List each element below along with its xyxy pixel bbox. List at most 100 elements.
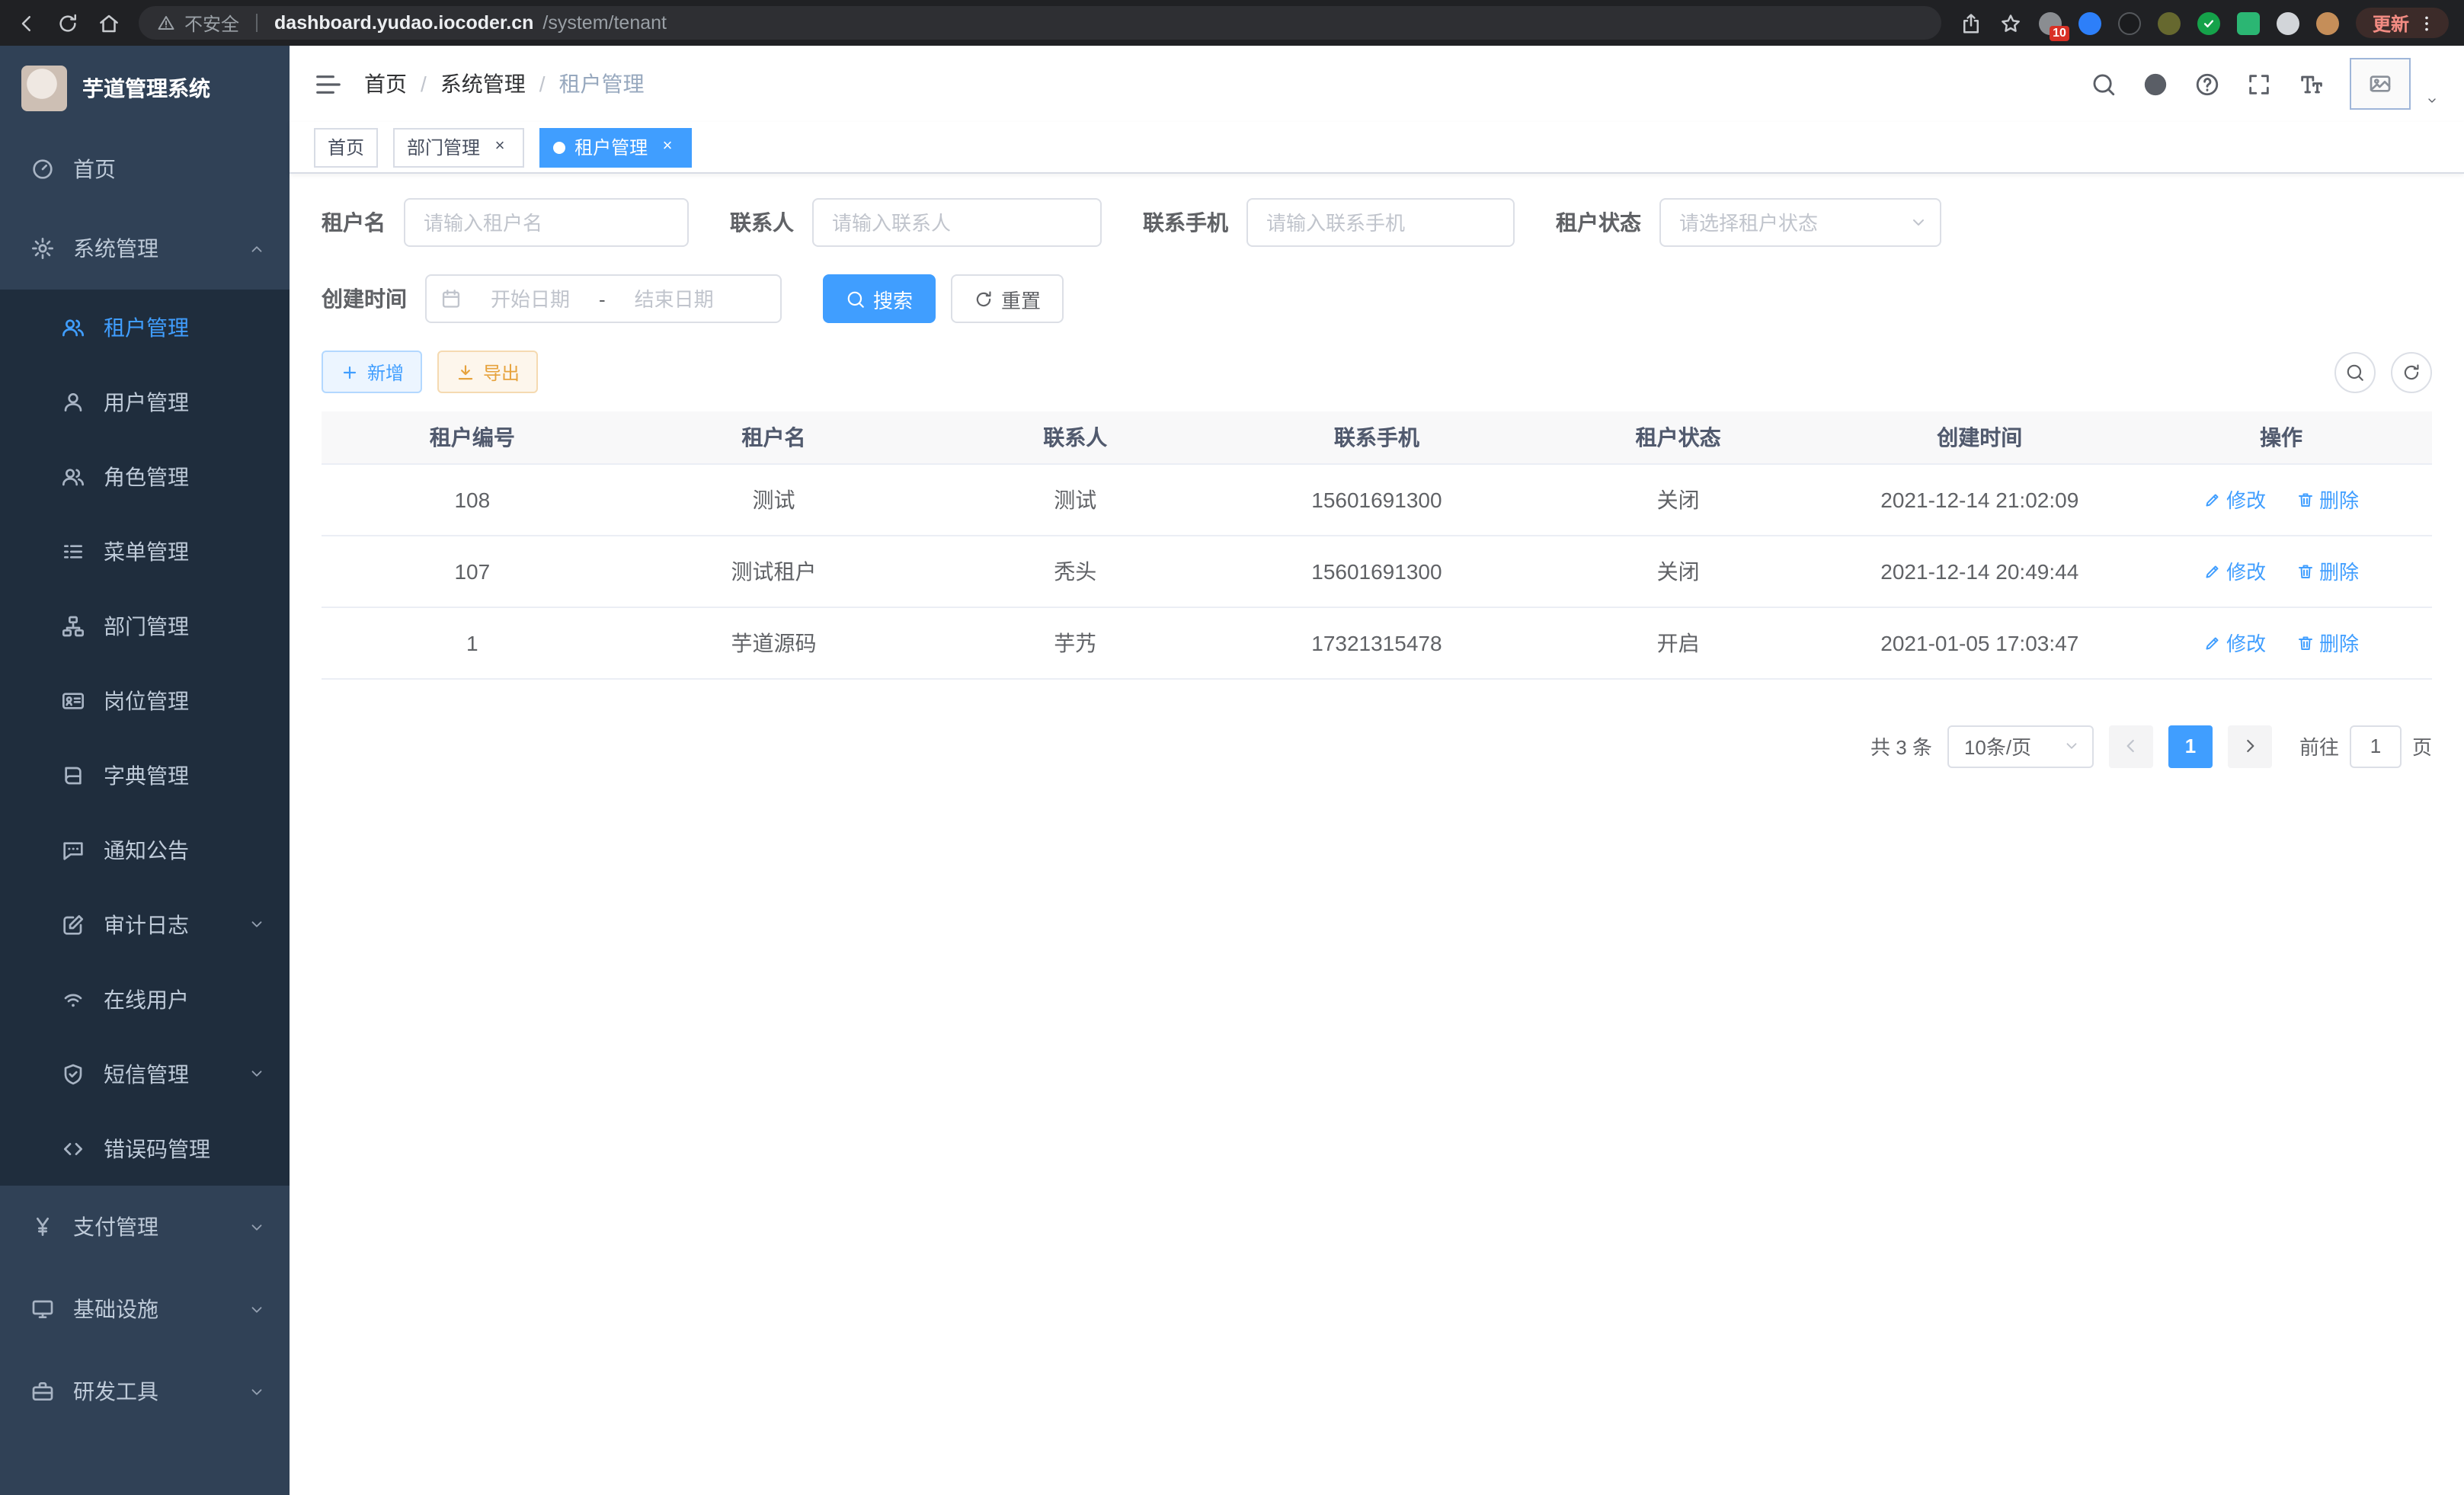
edit-link[interactable]: 修改 — [2203, 628, 2266, 657]
share-icon[interactable] — [1960, 11, 1982, 34]
mobile-input[interactable] — [1246, 198, 1515, 247]
breadcrumb-separator: / — [539, 72, 546, 96]
sidebar-item-pay[interactable]: 支付管理 — [0, 1186, 290, 1268]
breadcrumb-item[interactable]: 系统管理 — [440, 69, 526, 99]
date-range-picker[interactable]: - — [425, 274, 782, 323]
sidebar-item-post[interactable]: 岗位管理 — [0, 663, 290, 738]
toggle-search-button[interactable] — [2334, 351, 2376, 392]
browser-reload-icon[interactable] — [56, 11, 79, 34]
sidebar-item-home[interactable]: 首页 — [0, 131, 290, 207]
sidebar-item-online-user[interactable]: 在线用户 — [0, 962, 290, 1036]
tab-close-icon[interactable]: × — [489, 136, 510, 158]
field-label: 租户状态 — [1556, 207, 1641, 238]
contact-input[interactable] — [812, 198, 1102, 247]
browser-profile-avatar[interactable] — [2316, 11, 2339, 34]
delete-link[interactable]: 删除 — [2296, 485, 2359, 514]
sidebar-item-user[interactable]: 用户管理 — [0, 364, 290, 439]
avatar-caret-down-icon[interactable] — [2424, 94, 2440, 110]
bookmark-star-icon[interactable] — [1999, 11, 2022, 34]
tab-tenant[interactable]: 租户管理 × — [539, 127, 692, 167]
help-question-icon[interactable] — [2194, 71, 2220, 97]
page-size-select[interactable]: 10条/页 — [1947, 725, 2094, 767]
trash-icon — [2296, 633, 2315, 651]
browser-menu-icon[interactable] — [2417, 13, 2437, 33]
chevron-down-icon — [248, 1065, 265, 1082]
extension-check-icon[interactable] — [2197, 11, 2220, 34]
delete-label: 删除 — [2319, 556, 2359, 585]
reset-button[interactable]: 重置 — [951, 274, 1064, 323]
tab-home[interactable]: 首页 — [314, 127, 378, 167]
pagination: 共 3 条 10条/页 1 前往 页 — [322, 725, 2432, 767]
sidebar-item-audit-log[interactable]: 审计日志 — [0, 887, 290, 962]
column-header: 租户状态 — [1528, 411, 1829, 463]
sidebar-item-label: 研发工具 — [73, 1376, 158, 1407]
breadcrumb-item[interactable]: 首页 — [364, 69, 407, 99]
column-header: 创建时间 — [1829, 411, 2130, 463]
add-button[interactable]: 新增 — [322, 351, 422, 393]
chevron-up-icon — [248, 240, 265, 257]
next-page-button[interactable] — [2228, 725, 2272, 767]
main-area: 首页 / 系统管理 / 租户管理 — [290, 46, 2464, 1495]
tab-dept[interactable]: 部门管理 × — [393, 127, 524, 167]
start-date-input[interactable] — [468, 287, 593, 310]
sidebar-item-label: 租户管理 — [104, 312, 189, 342]
delete-link[interactable]: 删除 — [2296, 556, 2359, 585]
end-date-input[interactable] — [612, 287, 737, 310]
toolbox-icon — [30, 1379, 55, 1404]
table-row: 107 测试租户 秃头 15601691300 关闭 2021-12-14 20… — [322, 535, 2432, 607]
filter-contact: 联系人 — [730, 198, 1102, 247]
tab-close-icon[interactable]: × — [657, 136, 678, 158]
status-select[interactable] — [1659, 198, 1941, 247]
edit-link[interactable]: 修改 — [2203, 485, 2266, 514]
sidebar-item-system[interactable]: 系统管理 — [0, 207, 290, 290]
extension-icon[interactable] — [2237, 11, 2260, 34]
sidebar-item-menu[interactable]: 菜单管理 — [0, 514, 290, 588]
font-size-icon[interactable] — [2298, 71, 2324, 97]
sidebar-collapse-icon[interactable] — [314, 69, 343, 98]
delete-label: 删除 — [2319, 628, 2359, 657]
browser-update-button[interactable]: 更新 — [2356, 8, 2449, 38]
sidebar-item-infra[interactable]: 基础设施 — [0, 1268, 290, 1350]
sidebar-item-dept[interactable]: 部门管理 — [0, 588, 290, 663]
fullscreen-icon[interactable] — [2246, 71, 2272, 97]
extension-icon[interactable]: 10 — [2039, 11, 2062, 34]
sidebar-item-sms[interactable]: 短信管理 — [0, 1036, 290, 1111]
cell-phone: 15601691300 — [1226, 535, 1528, 607]
column-header: 租户编号 — [322, 411, 623, 463]
tenant-name-input[interactable] — [404, 198, 689, 247]
app-logo[interactable]: 芋道管理系统 — [0, 46, 290, 131]
yen-icon — [30, 1215, 55, 1239]
dict-book-icon — [61, 763, 85, 787]
extension-icon[interactable] — [2118, 11, 2141, 34]
extensions-menu-icon[interactable] — [2277, 11, 2299, 34]
system-submenu: 租户管理 用户管理 角色管理 菜单管理 — [0, 290, 290, 1186]
sidebar-item-label: 在线用户 — [104, 984, 189, 1014]
page-number-button[interactable]: 1 — [2168, 725, 2213, 767]
goto-page-input[interactable] — [2350, 725, 2402, 767]
edit-link[interactable]: 修改 — [2203, 556, 2266, 585]
sidebar-item-error-code[interactable]: 错误码管理 — [0, 1111, 290, 1186]
export-button[interactable]: 导出 — [437, 351, 538, 393]
github-icon[interactable] — [2142, 71, 2168, 97]
extension-icon[interactable] — [2158, 11, 2181, 34]
browser-home-icon[interactable] — [98, 11, 120, 34]
filter-mobile: 联系手机 — [1143, 198, 1515, 247]
sidebar-item-tenant[interactable]: 租户管理 — [0, 290, 290, 364]
cell-status: 开启 — [1528, 607, 1829, 678]
user-avatar[interactable] — [2350, 58, 2411, 110]
search-icon[interactable] — [2091, 71, 2117, 97]
delete-link[interactable]: 删除 — [2296, 628, 2359, 657]
search-button[interactable]: 搜索 — [823, 274, 936, 323]
sidebar-item-notice[interactable]: 通知公告 — [0, 812, 290, 887]
address-bar[interactable]: 不安全 dashboard.yudao.iocoder.cn /system/t… — [139, 6, 1941, 40]
tab-label: 首页 — [328, 134, 364, 160]
prev-page-button[interactable] — [2109, 725, 2153, 767]
delete-label: 删除 — [2319, 485, 2359, 514]
browser-back-icon[interactable] — [15, 11, 38, 34]
sidebar-item-role[interactable]: 角色管理 — [0, 439, 290, 514]
refresh-table-button[interactable] — [2391, 351, 2432, 392]
status-select-input[interactable] — [1659, 198, 1941, 247]
sidebar-item-dev-tools[interactable]: 研发工具 — [0, 1350, 290, 1433]
sidebar-item-dict[interactable]: 字典管理 — [0, 738, 290, 812]
extension-icon[interactable] — [2078, 11, 2101, 34]
